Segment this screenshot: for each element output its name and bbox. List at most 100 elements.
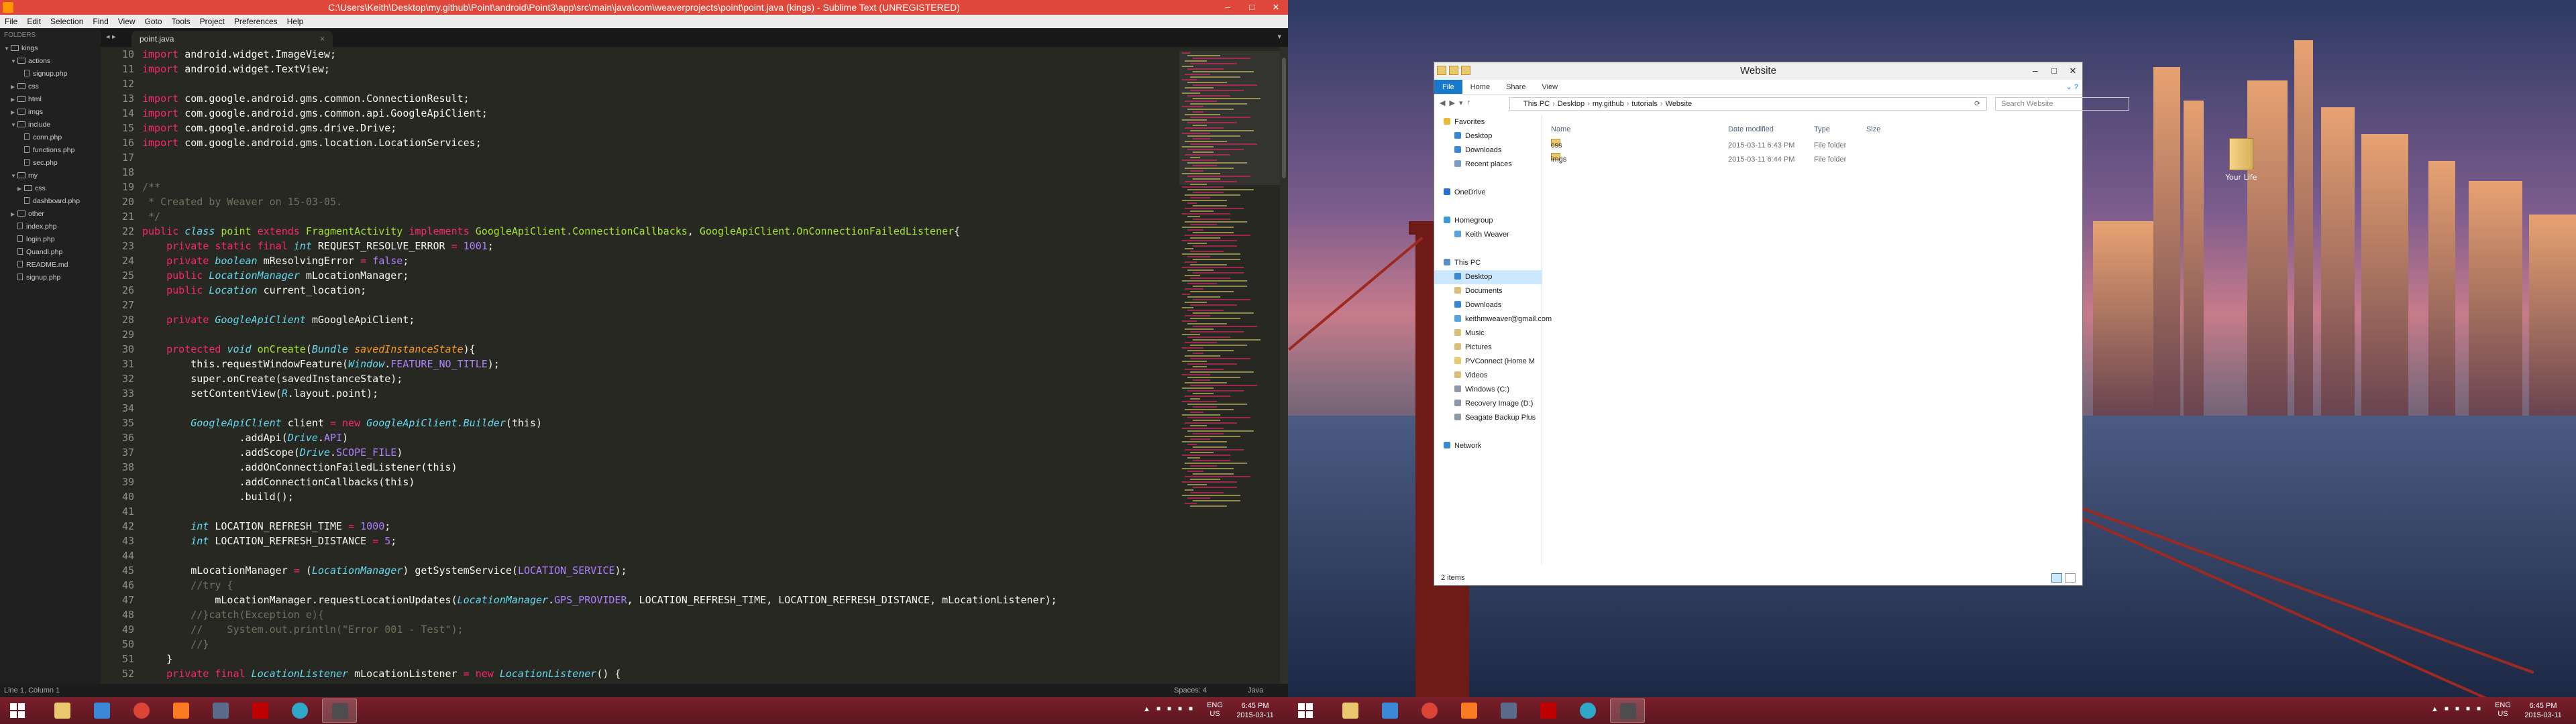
taskbar-file-explorer[interactable]	[45, 699, 80, 723]
flag-icon[interactable]: ■	[1157, 705, 1161, 713]
chevron-right-icon[interactable]: ▶	[11, 106, 17, 119]
breadcrumb-item[interactable]: my.github	[1593, 100, 1624, 108]
taskbar-app-2[interactable]	[1570, 699, 1605, 723]
back-icon[interactable]: ◀	[1440, 99, 1445, 107]
menu-item-help[interactable]: Help	[282, 15, 309, 28]
nav-item[interactable]: Network	[1434, 439, 1542, 453]
sidebar-tree-item[interactable]: ▶ html	[0, 93, 101, 106]
menu-item-project[interactable]: Project	[195, 15, 229, 28]
volume-icon[interactable]: ■	[1178, 705, 1182, 713]
nav-item[interactable]: Documents	[1434, 284, 1542, 298]
start-button[interactable]	[1288, 699, 1323, 723]
new-folder-icon[interactable]	[1461, 66, 1470, 75]
maximize-icon[interactable]: □	[2045, 62, 2063, 80]
forward-icon[interactable]: ▶	[1449, 99, 1454, 107]
chevron-down-icon[interactable]: ▼	[11, 119, 17, 131]
taskbar-sublime[interactable]	[1610, 699, 1645, 723]
nav-item[interactable]: Windows (C:)	[1434, 383, 1542, 397]
indentation-setting[interactable]: Spaces: 4	[1174, 684, 1207, 697]
sidebar-tree-item[interactable]: sec.php	[0, 157, 101, 170]
nav-item[interactable]: Recovery Image (D:)	[1434, 397, 1542, 411]
taskbar-app[interactable]	[1491, 699, 1526, 723]
help-icon[interactable]: ⌄ ?	[2066, 80, 2078, 95]
sidebar-tree-item[interactable]: functions.php	[0, 144, 101, 157]
column-header-name[interactable]: Name	[1551, 123, 1570, 136]
editor-scrollbar[interactable]	[1280, 47, 1288, 684]
breadcrumb-item[interactable]: This PC	[1523, 100, 1550, 108]
taskbar-file-explorer[interactable]	[1333, 699, 1368, 723]
battery-icon[interactable]: ■	[2477, 705, 2481, 713]
breadcrumb-separator-icon[interactable]: ›	[1627, 100, 1629, 108]
sidebar-tree-item[interactable]: ▶ other	[0, 208, 101, 221]
sidebar-tree-item[interactable]: ▼ actions	[0, 55, 101, 68]
nav-item[interactable]: Desktop	[1434, 129, 1542, 143]
ribbon-tab-home[interactable]: Home	[1462, 80, 1498, 94]
clock[interactable]: 6:45 PM 2015-03-11	[2520, 701, 2567, 720]
tab-point-java[interactable]: point.java ×	[131, 31, 333, 47]
sidebar-tree-item[interactable]: ▼ my	[0, 170, 101, 182]
menu-item-file[interactable]: File	[0, 15, 22, 28]
chevron-right-icon[interactable]: ▶	[11, 93, 17, 106]
sidebar-tree-item[interactable]: signup.php	[0, 272, 101, 284]
nav-item[interactable]: PVConnect (Home M	[1434, 355, 1542, 369]
breadcrumb-separator-icon[interactable]: ›	[1552, 100, 1555, 108]
taskbar-remote-desktop[interactable]	[1373, 699, 1407, 723]
taskbar-app[interactable]	[203, 699, 238, 723]
nav-item[interactable]: Seagate Backup Plus	[1434, 411, 1542, 425]
taskbar-app-2[interactable]	[282, 699, 317, 723]
sidebar-tree-item[interactable]: login.php	[0, 233, 101, 246]
column-header-size[interactable]: Size	[1866, 123, 1880, 136]
sidebar-tree-item[interactable]: ▼ kings	[0, 42, 101, 55]
menu-item-tools[interactable]: Tools	[167, 15, 195, 28]
sidebar-tree-item[interactable]: README.md	[0, 259, 101, 272]
chevron-right-icon[interactable]: ▶	[11, 80, 17, 93]
start-button[interactable]	[0, 699, 35, 723]
taskbar-xampp[interactable]	[164, 699, 199, 723]
maximize-icon[interactable]: □	[1240, 0, 1264, 15]
menu-item-find[interactable]: Find	[88, 15, 113, 28]
menu-item-goto[interactable]: Goto	[140, 15, 167, 28]
chevron-right-icon[interactable]: ▶	[17, 182, 24, 195]
sidebar-tree-item[interactable]: signup.php	[0, 68, 101, 80]
nav-item[interactable]: Downloads	[1434, 143, 1542, 158]
chevron-down-icon[interactable]: ▼	[11, 170, 17, 182]
properties-icon[interactable]	[1449, 66, 1458, 75]
breadcrumb-item[interactable]: Desktop	[1558, 100, 1585, 108]
large-icons-view-icon[interactable]	[2065, 573, 2076, 583]
language-indicator[interactable]: ENG US	[2493, 701, 2513, 719]
recent-locations-icon[interactable]: ▾	[1459, 99, 1463, 107]
tab-nav-arrows-icon[interactable]: ◂ ▸	[106, 32, 116, 41]
sidebar-tree-item[interactable]: Quandl.php	[0, 246, 101, 259]
menu-item-edit[interactable]: Edit	[22, 15, 46, 28]
nav-item[interactable]: Favorites	[1434, 115, 1542, 129]
ribbon-tab-view[interactable]: View	[1534, 80, 1566, 94]
ribbon-tab-file[interactable]: File	[1434, 80, 1462, 94]
menu-item-selection[interactable]: Selection	[46, 15, 88, 28]
minimap[interactable]	[1179, 47, 1280, 684]
file-row[interactable]: imgs 2015-03-11 6:44 PM File folder	[1551, 153, 2074, 167]
taskbar-sublime[interactable]	[322, 699, 357, 723]
sidebar-tree-item[interactable]: dashboard.php	[0, 195, 101, 208]
chevron-right-icon[interactable]: ▶	[11, 208, 17, 221]
chevron-down-icon[interactable]: ▼	[11, 55, 17, 68]
nav-item[interactable]: This PC	[1434, 256, 1542, 270]
close-icon[interactable]: ✕	[1264, 0, 1288, 15]
sidebar-tree-item[interactable]: ▶ imgs	[0, 106, 101, 119]
sublime-title-bar[interactable]: C:\Users\Keith\Desktop\my.github\Point\a…	[0, 0, 1288, 15]
nav-item[interactable]: Videos	[1434, 369, 1542, 383]
nav-item[interactable]: Pictures	[1434, 341, 1542, 355]
ribbon-tab-share[interactable]: Share	[1498, 80, 1534, 94]
nav-item[interactable]: Recent places	[1434, 158, 1542, 172]
column-header-type[interactable]: Type	[1814, 123, 1830, 136]
nav-item[interactable]: Homegroup	[1434, 214, 1542, 228]
taskbar-xampp[interactable]	[1452, 699, 1487, 723]
language-indicator[interactable]: ENG US	[1205, 701, 1225, 719]
breadcrumb-item[interactable]: Website	[1666, 100, 1693, 108]
close-icon[interactable]: ✕	[2063, 62, 2082, 80]
menu-item-view[interactable]: View	[113, 15, 140, 28]
taskbar-filezilla[interactable]	[243, 699, 278, 723]
tray-overflow-icon[interactable]: ▲	[1143, 705, 1150, 713]
breadcrumb-separator-icon[interactable]: ›	[1660, 100, 1663, 108]
tray-overflow-icon[interactable]: ▲	[2431, 705, 2438, 713]
up-icon[interactable]: ↑	[1466, 99, 1470, 107]
